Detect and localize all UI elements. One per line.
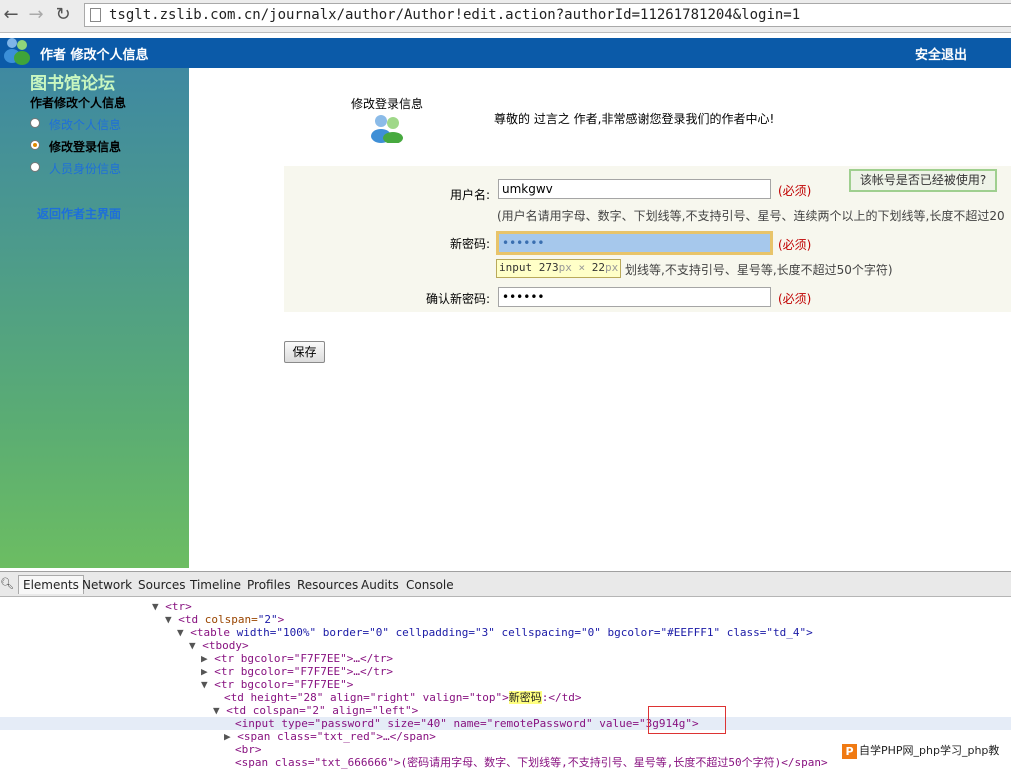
forward-arrow-icon[interactable]: → [25,4,47,26]
tab-profiles[interactable]: Profiles [247,578,291,592]
collapse-triangle-icon[interactable]: ▼ [201,678,208,691]
tab-console[interactable]: Console [406,578,454,592]
dom-node[interactable]: ▼ <tbody> [0,639,1011,652]
page-icon [90,8,101,22]
required-marker: (必须) [778,184,812,198]
url-text[interactable]: tsglt.zslib.com.cn/journalx/author/Autho… [109,7,800,23]
page-title: 修改登录信息 [351,97,424,111]
expand-triangle-icon[interactable]: ▶ [224,730,231,743]
new-password-input[interactable]: •••••• [496,231,773,255]
confirm-password-input[interactable]: •••••• [498,287,771,307]
watermark: P 自学PHP网_php学习_php教 [840,741,1002,761]
radio-icon[interactable] [30,118,40,128]
devtools-tabbar: 🔍︎ Elements Network Sources Timeline Pro… [0,572,1011,597]
tab-sources[interactable]: Sources [138,578,185,592]
watermark-text: 自学PHP网_php学习_php教 [859,744,1000,757]
brand-title: 图书馆论坛 [30,74,115,94]
username-label: 用户名: [449,188,490,202]
header-title: 作者 修改个人信息 [40,48,149,63]
tab-elements[interactable]: Elements [18,575,84,594]
dom-node[interactable]: ▼ <tr> [0,600,1011,613]
back-to-author-home-link[interactable]: 返回作者主界面 [37,205,121,222]
header-bar: 作者 修改个人信息 安全退出 [0,38,1011,68]
save-button[interactable]: 保存 [284,341,325,363]
users-group-icon [371,115,403,143]
required-marker: (必须) [778,292,812,306]
reload-icon[interactable]: ↻ [52,4,74,26]
check-username-button[interactable]: 该帐号是否已经被使用? [849,169,997,192]
dom-node[interactable]: ▼ <td colspan="2" align="left"> [0,704,1011,717]
collapse-triangle-icon[interactable]: ▼ [177,626,184,639]
tab-audits[interactable]: Audits [361,578,399,592]
site-logo: P [842,743,857,759]
search-icon[interactable]: 🔍︎ [0,577,14,591]
sidebar-item-label[interactable]: 人员身份信息 [49,160,121,177]
inspector-size-tooltip: input 273px × 22px [496,259,622,278]
dom-node[interactable]: ▶ <tr bgcolor="F7F7EE">…</tr> [0,652,1011,665]
dom-node[interactable]: ▼ <td colspan="2"> [0,613,1011,626]
expand-triangle-icon[interactable]: ▶ [201,652,208,665]
dom-node[interactable]: ▶ <tr bgcolor="F7F7EE">…</tr> [0,665,1011,678]
tab-timeline[interactable]: Timeline [190,578,241,592]
sidebar: 图书馆论坛 作者修改个人信息 修改个人信息 修改登录信息 人员身份信息 返回作者… [0,68,189,568]
username-hint: (用户名请用字母、数字、下划线等,不支持引号、星号、连续两个以上的下划线等,长度… [497,209,1005,223]
sidebar-heading: 作者修改个人信息 [30,96,127,110]
address-bar[interactable]: tsglt.zslib.com.cn/journalx/author/Autho… [84,3,1011,27]
radio-selected-icon[interactable] [30,140,40,150]
dom-node-selected[interactable]: <input type="password" size="40" name="r… [0,717,1011,730]
dom-node[interactable]: ▼ <tr bgcolor="F7F7EE"> [0,678,1011,691]
tab-resources[interactable]: Resources [297,578,358,592]
expand-triangle-icon[interactable]: ▶ [201,665,208,678]
welcome-message: 尊敬的 过言之 作者,非常感谢您登录我们的作者中心! [494,112,775,126]
new-password-label: 新密码: [449,237,490,251]
confirm-password-label: 确认新密码: [425,292,490,306]
collapse-triangle-icon[interactable]: ▼ [165,613,172,626]
tab-network[interactable]: Network [82,578,132,592]
collapse-triangle-icon[interactable]: ▼ [152,600,159,613]
browser-toolbar: ← → ↻ tsglt.zslib.com.cn/journalx/author… [0,0,1011,33]
required-marker: (必须) [778,238,812,252]
radio-icon[interactable] [30,162,40,172]
username-input[interactable]: umkgwv [498,179,771,199]
back-arrow-icon[interactable]: ← [0,4,22,26]
password-hint: 划线等,不支持引号、星号等,长度不超过50个字符) [625,263,893,277]
highlight-box [648,706,726,734]
dom-node[interactable]: ▼ <table width="100%" border="0" cellpad… [0,626,1011,639]
sidebar-item-label[interactable]: 修改个人信息 [49,116,121,133]
users-icon [4,38,30,65]
logout-link[interactable]: 安全退出 [915,44,967,63]
dom-node[interactable]: <td height="28" align="right" valign="to… [0,691,1011,704]
collapse-triangle-icon[interactable]: ▼ [189,639,196,652]
collapse-triangle-icon[interactable]: ▼ [213,704,220,717]
main-panel [189,68,1011,568]
sidebar-item-label[interactable]: 修改登录信息 [49,138,121,155]
